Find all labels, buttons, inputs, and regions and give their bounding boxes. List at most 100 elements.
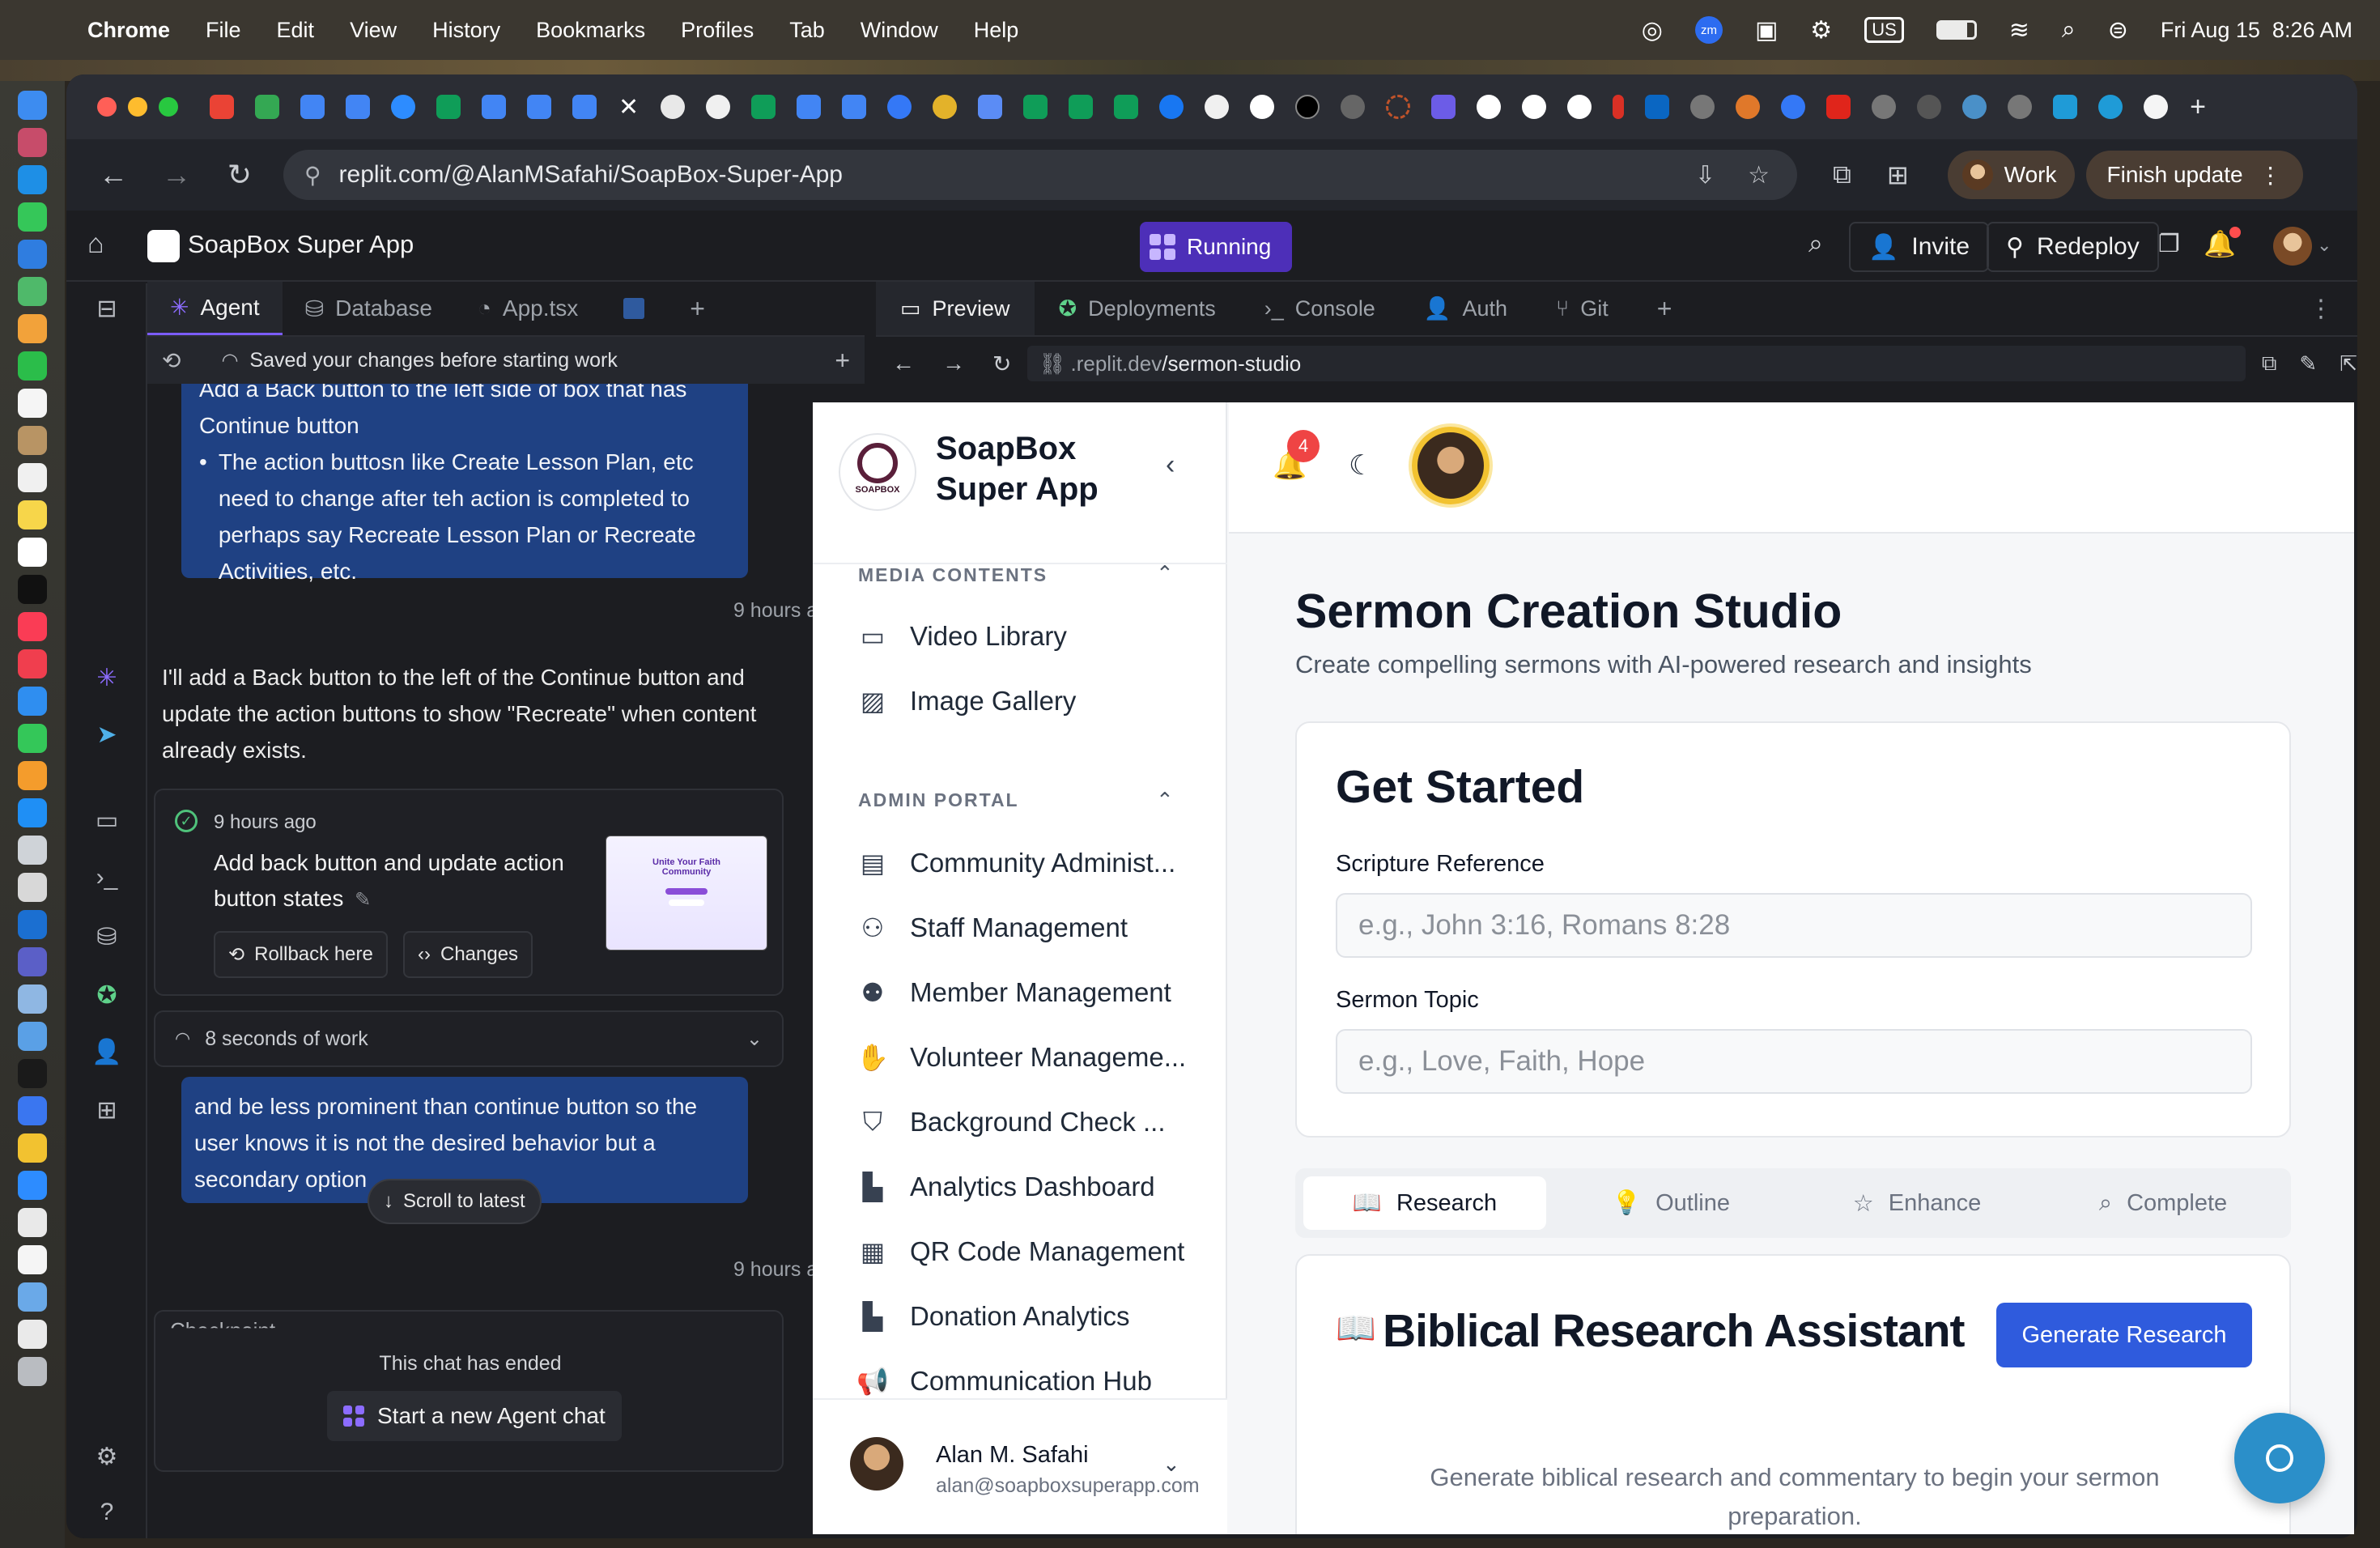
menu-view[interactable]: View bbox=[350, 18, 397, 43]
address-bar[interactable]: ⚲ replit.com/@AlanMSafahi/SoapBox-Super-… bbox=[283, 150, 1797, 200]
tab-sheets-icon[interactable] bbox=[751, 95, 776, 119]
shell-icon[interactable]: ›_ bbox=[89, 860, 125, 895]
dock-numbers-icon[interactable] bbox=[18, 724, 47, 753]
invite-button[interactable]: 👤 Invite bbox=[1849, 222, 1990, 272]
tab-openai-icon[interactable] bbox=[661, 95, 686, 119]
dock-finder-icon[interactable] bbox=[18, 91, 47, 120]
tab-agent[interactable]: ✳ Agent bbox=[147, 282, 283, 335]
dock-terminal-icon[interactable] bbox=[18, 1059, 47, 1088]
redeploy-button[interactable]: ⚲ Redeploy bbox=[1987, 222, 2159, 272]
database-icon[interactable]: ⛁ bbox=[89, 920, 125, 955]
menu-profiles[interactable]: Profiles bbox=[681, 18, 754, 43]
tab-console[interactable]: ›_ Console bbox=[1240, 282, 1400, 335]
tab-app-tsx[interactable]: ◔ App.tsx bbox=[455, 282, 601, 335]
zoom-window-button[interactable] bbox=[159, 97, 178, 117]
help-icon[interactable]: ? bbox=[89, 1495, 125, 1530]
tab-gemini-icon[interactable] bbox=[978, 95, 1003, 119]
new-tab-button[interactable]: + bbox=[2190, 91, 2206, 123]
dock-chatgpt-icon[interactable] bbox=[18, 836, 47, 865]
home-icon[interactable]: ⌂ bbox=[87, 228, 104, 260]
topic-input[interactable]: e.g., Love, Faith, Hope bbox=[1336, 1029, 2252, 1094]
history-icon[interactable]: ⟲ bbox=[162, 347, 181, 374]
tab-perplexity-icon[interactable] bbox=[706, 95, 731, 119]
tab-loading-icon[interactable] bbox=[1386, 95, 1411, 119]
open-new-tab-icon[interactable]: ⇱ bbox=[2340, 351, 2357, 376]
tab-complete[interactable]: ⌕ Complete bbox=[2042, 1176, 2284, 1230]
tab-sheets-icon[interactable] bbox=[1069, 95, 1094, 119]
zoom-status-icon[interactable]: zm bbox=[1694, 16, 1723, 44]
edit-pencil-icon[interactable]: ✎ bbox=[355, 889, 371, 911]
install-app-icon[interactable]: ⇩ bbox=[1695, 161, 1715, 189]
dock-freeform-icon[interactable] bbox=[18, 538, 47, 567]
reload-button[interactable]: ↻ bbox=[223, 158, 256, 192]
work-summary[interactable]: ◠ 8 seconds of work ⌄ bbox=[154, 1010, 784, 1067]
tab-google-icon[interactable] bbox=[1567, 95, 1592, 119]
menu-history[interactable]: History bbox=[432, 18, 500, 43]
generate-research-button[interactable]: Generate Research bbox=[1996, 1303, 2252, 1367]
chevron-up-icon[interactable]: ⌃ bbox=[1156, 564, 1174, 586]
chat-widget-button[interactable] bbox=[2234, 1413, 2325, 1503]
tab-gmail-icon[interactable] bbox=[210, 95, 234, 119]
search-icon[interactable]: ⌕ bbox=[1808, 228, 1823, 259]
battery-icon[interactable] bbox=[1936, 20, 1977, 40]
sidebar-item-staff-management[interactable]: ⚇ Staff Management bbox=[858, 912, 1214, 943]
tab-site-icon[interactable] bbox=[2008, 95, 2033, 119]
tab-site-icon[interactable] bbox=[1690, 95, 1715, 119]
tab-coin-icon[interactable] bbox=[933, 95, 958, 119]
sidebar-item-video-library[interactable]: ▭ Video Library bbox=[858, 621, 1214, 652]
dark-mode-moon-icon[interactable]: ☾ bbox=[1349, 449, 1373, 482]
dock-contacts-icon[interactable] bbox=[18, 426, 47, 455]
dock-utilities-icon[interactable] bbox=[18, 873, 47, 902]
dock-facetime-icon[interactable] bbox=[18, 351, 47, 381]
tab-database[interactable]: ⛁ Database bbox=[283, 282, 455, 335]
tab-sheets-icon[interactable] bbox=[436, 95, 461, 119]
profile-button[interactable]: Work bbox=[1947, 151, 2075, 199]
dock-signal-icon[interactable] bbox=[18, 1096, 47, 1125]
dock-notes-icon[interactable] bbox=[18, 500, 47, 529]
copy-icon[interactable]: ❐ bbox=[2158, 230, 2180, 258]
clock[interactable]: Fri Aug 15 8:26 AM bbox=[2161, 18, 2352, 43]
start-new-chat-button[interactable]: Start a new Agent chat bbox=[327, 1391, 622, 1441]
sidebar-item-image-gallery[interactable]: ▨ Image Gallery bbox=[858, 686, 1214, 717]
dock-messages-icon[interactable] bbox=[18, 202, 47, 232]
menu-window[interactable]: Window bbox=[861, 18, 938, 43]
user-menu[interactable]: Alan M. Safahi alan@soapboxsuperapp.com … bbox=[813, 1398, 1227, 1534]
back-button[interactable]: ← bbox=[97, 158, 130, 192]
menu-file[interactable]: File bbox=[206, 18, 241, 43]
tab-google-icon[interactable] bbox=[1522, 95, 1547, 119]
dock-pages-icon[interactable] bbox=[18, 761, 47, 790]
dock-maps-icon[interactable] bbox=[18, 277, 47, 306]
dock-news-icon[interactable] bbox=[18, 649, 47, 678]
site-info-icon[interactable]: ⚲ bbox=[304, 162, 321, 189]
tab-sheets-icon[interactable] bbox=[1114, 95, 1139, 119]
tab-outline[interactable]: 💡 Outline bbox=[1549, 1176, 1792, 1230]
checkpoint-thumbnail[interactable]: Unite Your Faith Community bbox=[606, 836, 767, 950]
dock-trash-icon[interactable] bbox=[18, 1357, 47, 1386]
wifi-icon[interactable]: ≋ bbox=[2009, 16, 2029, 45]
tab-docs-icon[interactable] bbox=[842, 95, 867, 119]
user-avatar[interactable] bbox=[2273, 227, 2312, 266]
tab-acrobat-icon[interactable] bbox=[1826, 95, 1851, 119]
dock-photos-icon[interactable] bbox=[18, 314, 47, 343]
changes-button[interactable]: ‹› Changes bbox=[403, 931, 533, 978]
menu-edit[interactable]: Edit bbox=[277, 18, 315, 43]
dock-chrome-icon[interactable] bbox=[18, 1133, 47, 1163]
tab-zoom-icon[interactable] bbox=[391, 95, 415, 119]
outlook-icon[interactable]: ▣ bbox=[1755, 16, 1778, 45]
copilot-icon[interactable]: ◎ bbox=[1642, 16, 1663, 45]
tab-deployments[interactable]: ✪ Deployments bbox=[1035, 282, 1240, 335]
dock-zoom-icon[interactable] bbox=[18, 1171, 47, 1200]
dock-vscode-icon[interactable] bbox=[18, 1022, 47, 1051]
tab-preview[interactable]: ▭ Preview bbox=[876, 282, 1035, 335]
preview-reload-icon[interactable]: ↻ bbox=[992, 351, 1011, 377]
tab-calendar-icon[interactable] bbox=[346, 95, 370, 119]
tab-site-icon[interactable] bbox=[1872, 95, 1897, 119]
tab-docs-icon[interactable] bbox=[797, 95, 822, 119]
minimize-window-button[interactable] bbox=[128, 97, 147, 117]
tab-canva-icon[interactable] bbox=[2098, 95, 2123, 119]
scroll-to-latest-button[interactable]: ↓ Scroll to latest bbox=[368, 1179, 542, 1224]
scripture-input[interactable]: e.g., John 3:16, Romans 8:28 bbox=[1336, 893, 2252, 958]
preview-icon[interactable]: ▭ bbox=[89, 803, 125, 839]
dock-calendar-icon[interactable] bbox=[18, 389, 47, 418]
tab-auth[interactable]: 👤 Auth bbox=[1400, 282, 1532, 335]
